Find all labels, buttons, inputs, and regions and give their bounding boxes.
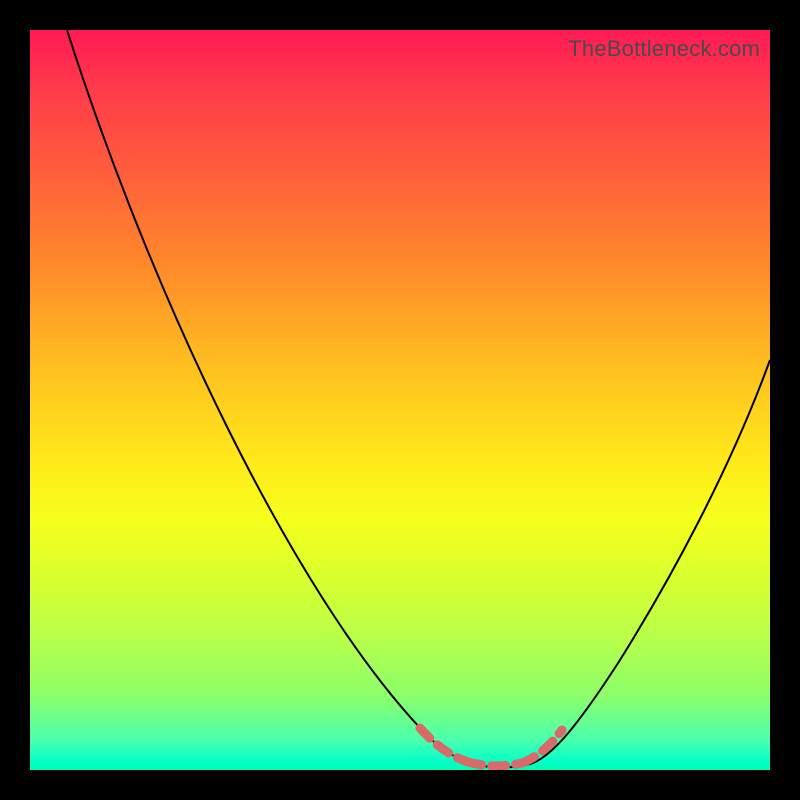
highlight-segment-left xyxy=(420,728,468,762)
highlight-segment-bottom xyxy=(468,762,522,766)
bottleneck-curve xyxy=(67,30,770,767)
plot-area: TheBottleneck.com xyxy=(30,30,770,770)
chart-frame: TheBottleneck.com xyxy=(0,0,800,800)
curve-svg xyxy=(30,30,770,770)
